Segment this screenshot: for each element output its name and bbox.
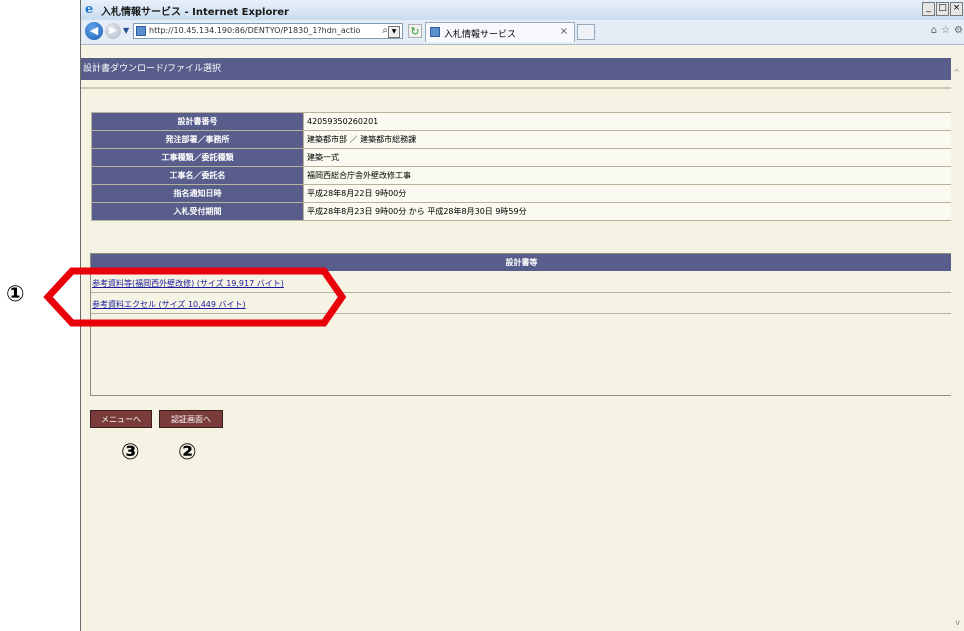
menu-button[interactable]: メニューへ — [90, 410, 152, 428]
window-controls: _ □ × — [922, 2, 963, 16]
close-button[interactable]: × — [950, 2, 963, 16]
title-bar: e 入札情報サービス - Internet Explorer _ □ × — [81, 0, 964, 21]
row-value: 建築一式 — [303, 148, 952, 167]
design-documents-header: 設計書等 — [91, 254, 952, 271]
row-value: 42059350260201 — [303, 112, 952, 131]
marker-2: ② — [178, 440, 197, 465]
address-url[interactable]: http://10.45.134.190:86/DENTYO/P1830_1?h… — [149, 26, 360, 35]
row-value: 建築都市部 ／ 建築都市総務課 — [303, 130, 952, 149]
marker-3: ③ — [121, 440, 140, 465]
refresh-icon[interactable]: ↻ — [408, 24, 422, 38]
row-label: 発注部署／事務所 — [91, 130, 304, 149]
table-row: 指名通知日時 平成28年8月22日 9時00分 — [91, 184, 952, 203]
row-label: 指名通知日時 — [91, 184, 304, 203]
browser-toolbar-icons: ⌂ ☆ ⚙ — [931, 25, 963, 36]
auth-screen-button[interactable]: 認証画面へ — [159, 410, 223, 428]
scroll-down-icon[interactable]: v — [955, 618, 960, 627]
table-row: 発注部署／事務所 建築都市部 ／ 建築都市総務課 — [91, 130, 952, 149]
table-row: 工事名／委託名 福岡西総合庁舎外壁改修工事 — [91, 166, 952, 185]
row-label: 工事名／委託名 — [91, 166, 304, 185]
window-title: 入札情報サービス - Internet Explorer — [101, 7, 289, 18]
settings-gear-icon[interactable]: ⚙ — [954, 25, 963, 36]
tab-page-icon — [430, 27, 440, 37]
marker-1: ① — [6, 282, 25, 307]
tab-label: 入札情報サービス — [444, 30, 517, 40]
document-link-2[interactable]: 参考資料エクセル (サイズ 10,449 バイト) — [91, 300, 246, 309]
list-item: 参考資料等(福岡西外壁改修) (サイズ 19,917 バイト) — [91, 276, 952, 293]
favorites-star-icon[interactable]: ☆ — [941, 25, 950, 36]
forward-arrow-icon[interactable]: ▶ — [105, 23, 121, 39]
row-label: 設計書番号 — [91, 112, 304, 131]
history-dropdown-icon[interactable]: ▼ — [123, 26, 129, 35]
document-link-1[interactable]: 参考資料等(福岡西外壁改修) (サイズ 19,917 バイト) — [91, 279, 284, 288]
maximize-button[interactable]: □ — [936, 2, 949, 16]
divider — [81, 87, 951, 89]
table-row: 入札受付期間 平成28年8月23日 9時00分 から 平成28年8月30日 9時… — [91, 202, 952, 221]
tab-nyusatsu[interactable]: 入札情報サービス × — [425, 22, 575, 42]
row-label: 工事種類／委託種類 — [91, 148, 304, 167]
back-arrow-icon[interactable]: ◀ — [85, 22, 103, 40]
info-table: 設計書番号 42059350260201 発注部署／事務所 建築都市部 ／ 建築… — [91, 112, 952, 221]
ie-logo-icon: e — [85, 2, 94, 17]
design-documents-panel: 設計書等 参考資料等(福岡西外壁改修) (サイズ 19,917 バイト) 参考資… — [90, 253, 953, 396]
page-title: 設計書ダウンロード/ファイル選択 — [81, 58, 951, 80]
scrollbar[interactable]: ^ v — [951, 58, 961, 631]
minimize-button[interactable]: _ — [922, 2, 935, 16]
navigation-bar: ◀ ▶ ▼ http://10.45.134.190:86/DENTYO/P18… — [81, 20, 964, 45]
home-icon[interactable]: ⌂ — [931, 25, 937, 36]
table-row: 設計書番号 42059350260201 — [91, 112, 952, 131]
row-value: 平成28年8月23日 9時00分 から 平成28年8月30日 9時59分 — [303, 202, 952, 221]
page-content: 設計書ダウンロード/ファイル選択 設計書番号 42059350260201 発注… — [81, 45, 961, 631]
table-row: 工事種類／委託種類 建築一式 — [91, 148, 952, 167]
list-item: 参考資料エクセル (サイズ 10,449 バイト) — [91, 297, 952, 314]
row-value: 平成28年8月22日 9時00分 — [303, 184, 952, 203]
browser-window: e 入札情報サービス - Internet Explorer _ □ × ◀ ▶… — [80, 0, 964, 631]
row-value: 福岡西総合庁舎外壁改修工事 — [303, 166, 952, 185]
page-icon — [136, 26, 146, 36]
address-dropdown-icon[interactable]: ▼ — [388, 26, 400, 38]
address-bar[interactable]: http://10.45.134.190:86/DENTYO/P1830_1?h… — [133, 23, 403, 39]
scroll-up-icon[interactable]: ^ — [953, 68, 960, 77]
row-label: 入札受付期間 — [91, 202, 304, 221]
tab-close-icon[interactable]: × — [560, 26, 568, 37]
new-tab-button[interactable] — [577, 24, 595, 40]
